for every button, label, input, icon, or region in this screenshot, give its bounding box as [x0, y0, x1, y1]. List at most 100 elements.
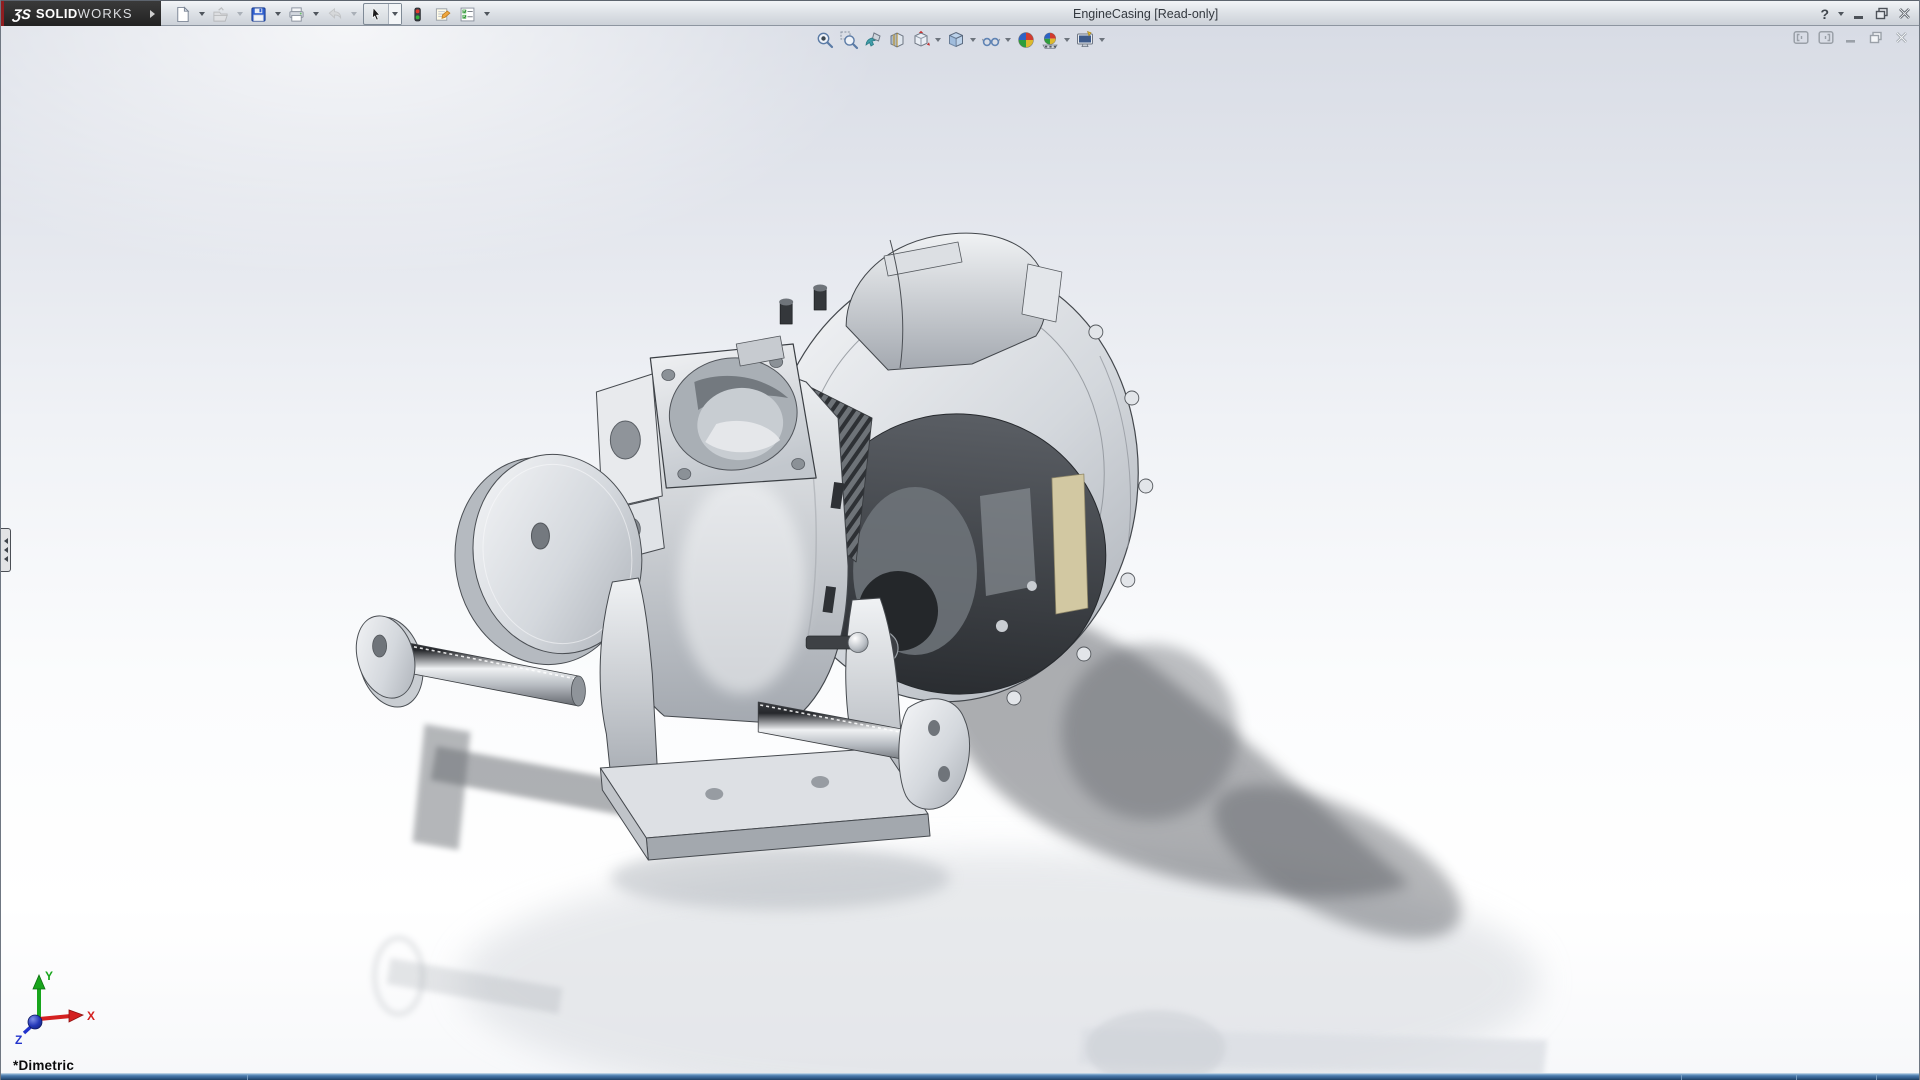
section-view-icon	[887, 30, 907, 50]
apply-scene-icon	[1040, 30, 1060, 50]
close-icon	[1895, 31, 1908, 44]
open-icon	[212, 6, 229, 23]
z-axis-label: Z	[15, 1033, 22, 1047]
display-style-icon	[946, 30, 966, 50]
undo-dropdown[interactable]	[348, 3, 359, 25]
view-orientation-label: *Dimetric	[13, 1058, 74, 1073]
zoom-to-fit-icon	[815, 30, 835, 50]
doc-minimize-button[interactable]	[1843, 30, 1859, 45]
orientation-triad: Y X Z	[7, 967, 99, 1047]
selection-traffic-light-icon	[410, 6, 425, 23]
selection-filter-button[interactable]	[406, 3, 429, 25]
document-window-controls	[1793, 30, 1909, 45]
comment-button[interactable]	[431, 3, 454, 25]
save-icon	[250, 6, 267, 23]
edit-appearance-button[interactable]	[1014, 28, 1037, 51]
status-bar	[1, 1073, 1919, 1080]
hide-show-items-icon	[981, 30, 1001, 50]
x-axis	[39, 1016, 71, 1019]
help-dropdown[interactable]	[1838, 5, 1844, 23]
print-icon	[288, 6, 305, 23]
doc-restore-button[interactable]	[1868, 30, 1884, 45]
expand-arrows-icon	[4, 538, 8, 544]
undo-button[interactable]	[323, 3, 346, 25]
restore-button[interactable]	[1875, 5, 1889, 23]
graphics-viewport[interactable]: Y X Z *Dimetric	[1, 26, 1919, 1073]
model-scene[interactable]	[1, 26, 1919, 1073]
new-document-dropdown[interactable]	[196, 3, 207, 25]
display-style-dropdown[interactable]	[968, 28, 978, 51]
status-separator	[1681, 1075, 1682, 1080]
open-button[interactable]	[209, 3, 232, 25]
logo-text-works: WORKS	[78, 6, 133, 21]
heads-up-view-toolbar	[813, 28, 1107, 51]
window-controls: ?	[1820, 1, 1911, 26]
logo-accent-stripe	[1, 1, 4, 26]
help-icon: ?	[1820, 6, 1829, 22]
save-dropdown[interactable]	[272, 3, 283, 25]
status-separator	[1876, 1075, 1877, 1080]
view-settings-dropdown[interactable]	[1097, 28, 1107, 51]
zoom-to-area-button[interactable]	[837, 28, 860, 51]
view-settings-icon	[1075, 30, 1095, 50]
expand-arrows-icon	[4, 547, 8, 553]
hide-show-items-dropdown[interactable]	[1003, 28, 1013, 51]
minimize-button[interactable]	[1853, 5, 1866, 23]
close-button[interactable]	[1898, 5, 1911, 23]
zoom-to-area-icon	[839, 30, 859, 50]
select-tool-dropdown[interactable]	[388, 4, 401, 24]
solidworks-logo: ƷS SOLID WORKS	[1, 1, 161, 26]
z-axis-ball	[28, 1015, 42, 1029]
apply-scene-button[interactable]	[1038, 28, 1061, 51]
edit-appearance-icon	[1016, 30, 1036, 50]
print-button[interactable]	[285, 3, 308, 25]
doc-close-button[interactable]	[1893, 30, 1909, 45]
save-button[interactable]	[247, 3, 270, 25]
apply-scene-dropdown[interactable]	[1062, 28, 1072, 51]
y-axis-label: Y	[45, 969, 53, 983]
dassault-ds-logo-icon: ƷS	[12, 6, 32, 22]
carburetor-flange	[650, 344, 816, 488]
select-tool-button[interactable]	[364, 4, 388, 24]
view-orientation-button[interactable]	[909, 28, 932, 51]
select-cursor-icon	[368, 6, 384, 22]
featuremanager-pane-icon	[1793, 30, 1809, 45]
zoom-to-fit-button[interactable]	[813, 28, 836, 51]
menu-flyout-arrow[interactable]	[146, 6, 158, 21]
previous-view-button[interactable]	[861, 28, 884, 51]
y-axis-arrow	[33, 975, 45, 989]
comment-icon	[434, 6, 452, 23]
undo-icon	[326, 6, 343, 23]
window-title: EngineCasing [Read-only]	[1073, 7, 1218, 21]
featuremanager-collapsed-tab[interactable]	[1, 528, 11, 572]
new-document-button[interactable]	[171, 3, 194, 25]
right-arrow-icon	[150, 10, 155, 18]
expand-arrows-icon	[4, 556, 8, 562]
open-dropdown[interactable]	[234, 3, 245, 25]
quick-access-toolbar	[171, 2, 492, 26]
print-dropdown[interactable]	[310, 3, 321, 25]
restore-icon	[1869, 31, 1883, 44]
new-document-icon	[174, 6, 191, 23]
select-tool-group	[363, 3, 402, 25]
section-view-button[interactable]	[885, 28, 908, 51]
title-bar: ƷS SOLID WORKS	[1, 0, 1919, 26]
status-separator	[1796, 1075, 1797, 1080]
display-pane-button[interactable]	[1818, 30, 1834, 45]
display-pane-icon	[1818, 30, 1834, 45]
x-axis-label: X	[87, 1009, 95, 1023]
view-orientation-dropdown[interactable]	[933, 28, 943, 51]
hide-show-items-button[interactable]	[979, 28, 1002, 51]
view-settings-button[interactable]	[1073, 28, 1096, 51]
featuremanager-pane-button[interactable]	[1793, 30, 1809, 45]
minimize-icon	[1853, 7, 1866, 20]
restore-icon	[1875, 7, 1889, 20]
minimize-icon	[1845, 31, 1858, 44]
view-orientation-icon	[911, 30, 931, 50]
help-button[interactable]: ?	[1820, 5, 1829, 23]
close-icon	[1898, 7, 1911, 20]
status-separator	[247, 1075, 248, 1080]
display-style-button[interactable]	[944, 28, 967, 51]
options-button[interactable]	[456, 3, 479, 25]
options-dropdown[interactable]	[481, 3, 492, 25]
